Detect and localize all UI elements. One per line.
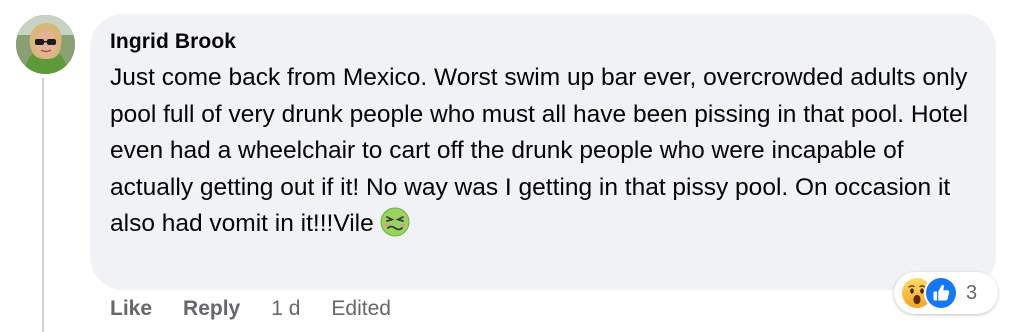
reply-button[interactable]: Reply bbox=[183, 297, 240, 321]
thread-line bbox=[42, 78, 44, 332]
comment-author[interactable]: Ingrid Brook bbox=[110, 30, 236, 54]
nauseated-face-emoji bbox=[380, 207, 410, 249]
reaction-count: 3 bbox=[966, 281, 978, 304]
avatar-image bbox=[16, 15, 75, 74]
reactions-summary[interactable]: 3 bbox=[894, 272, 998, 314]
comment-body: Just come back from Mexico. Worst swim u… bbox=[110, 60, 980, 249]
like-reaction-icon bbox=[924, 276, 958, 310]
like-button[interactable]: Like bbox=[110, 297, 152, 321]
comment-timestamp[interactable]: 1 d bbox=[271, 297, 300, 321]
avatar[interactable] bbox=[16, 15, 75, 74]
edited-label[interactable]: Edited bbox=[331, 297, 391, 321]
comment-text: Just come back from Mexico. Worst swim u… bbox=[110, 64, 969, 237]
comment-bubble: Ingrid Brook Just come back from Mexico.… bbox=[90, 14, 996, 290]
comment-actions: Like Reply 1 d Edited bbox=[110, 296, 391, 322]
